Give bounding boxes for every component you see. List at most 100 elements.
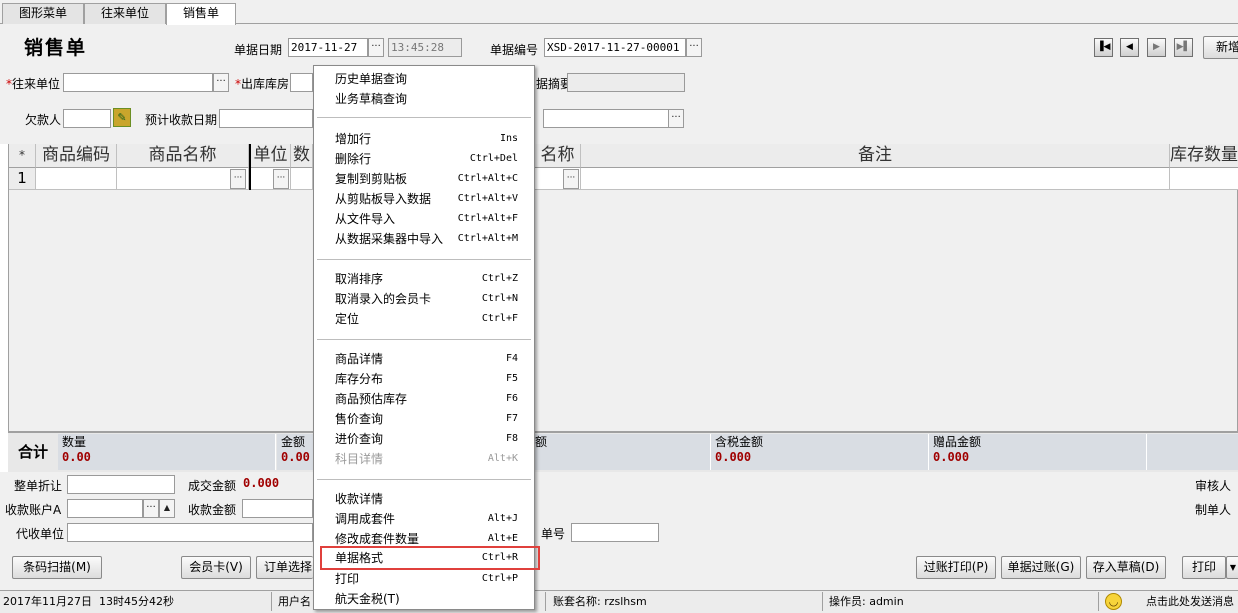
due-date-field[interactable] [219,109,313,128]
status-message-hint[interactable]: 点击此处发送消息 [1146,590,1234,613]
total-qty-value: 0.00 [62,450,91,464]
grid-header-remarks[interactable]: 备注 [581,144,1170,168]
menu-item-import-collector[interactable]: 从数据采集器中导入 Ctrl+Alt+M [314,229,534,249]
menu-item-golden-tax[interactable]: 航天金税(T) [314,589,534,609]
total-tax-label: 额 [535,435,548,449]
status-separator [271,592,272,611]
menu-item-receipt-detail[interactable]: 收款详情 [314,489,534,509]
right-picker-button[interactable]: ··· [668,109,684,128]
menu-item-history-query[interactable]: 历史单据查询 [314,69,534,89]
docno-picker-button[interactable]: ··· [686,38,702,57]
cell-code[interactable] [36,168,117,190]
summary-field[interactable] [567,73,685,92]
tab-graphic-menu[interactable]: 图形菜单 [2,3,84,24]
total-taxed-amount: 含税金额 0.000 [711,434,929,470]
receive-amount-field[interactable] [242,499,313,518]
cell-unit-picker[interactable]: ··· [273,169,289,189]
discount-label: 整单折让 [14,479,63,493]
status-user: 用户名 [278,595,311,608]
person-icon[interactable]: ✎ [113,108,131,127]
deal-amount-label: 成交金额 [188,479,237,493]
grid-header-code[interactable]: 商品编码 [36,144,117,168]
grid-header-itemname[interactable]: 名称 [535,144,581,168]
date-picker-button[interactable]: ··· [368,38,384,57]
debtor-field[interactable] [63,109,111,128]
last-icon[interactable]: ▶▌ [1174,38,1193,57]
menu-item-estimated-stock[interactable]: 商品预估库存 F6 [314,389,534,409]
cell-remarks[interactable] [581,168,1170,190]
post-button[interactable]: 单据过账(G) [1001,556,1081,579]
status-datetime: 2017年11月27日 13时45分42秒 [3,595,174,608]
menu-separator [317,479,531,480]
grid-header-unit[interactable]: 单位 [251,144,291,168]
menu-item-print[interactable]: 打印 Ctrl+P [314,569,534,589]
grid-header-qty[interactable]: 数 [291,144,313,168]
status-separator [1098,592,1099,611]
menu-item-add-row[interactable]: 增加行 Ins [314,129,534,149]
tab-partners[interactable]: 往来单位 [84,3,166,24]
menu-item-document-format[interactable]: 单据格式 Ctrl+R [320,546,540,570]
right-field[interactable] [543,109,669,128]
menu-item-import-clipboard[interactable]: 从剪贴板导入数据 Ctrl+Alt+V [314,189,534,209]
cell-stock[interactable] [1170,168,1238,190]
menu-separator [317,259,531,260]
warehouse-field[interactable] [290,73,313,92]
first-icon[interactable]: ▐◀ [1094,38,1113,57]
member-card-button[interactable]: 会员卡(V) [181,556,251,579]
menu-item-copy-clipboard[interactable]: 复制到剪贴板 Ctrl+Alt+C [314,169,534,189]
menu-item-edit-kit-qty[interactable]: 修改成套件数量 Alt+E [314,529,534,549]
menu-item-stock-distribution[interactable]: 库存分布 F5 [314,369,534,389]
doc-no-label: 单号 [541,527,566,541]
menu-item-locate[interactable]: 定位 Ctrl+F [314,309,534,329]
total-qty-label: 数量 [62,435,87,449]
date-field[interactable]: 2017-11-27 [288,38,368,57]
menu-item-delete-row[interactable]: 删除行 Ctrl+Del [314,149,534,169]
new-button[interactable]: 新增 [1203,36,1238,59]
menu-separator [317,339,531,340]
menu-item-sale-price-query[interactable]: 售价查询 F7 [314,409,534,429]
order-select-button[interactable]: 订单选择 [256,556,313,579]
row-number: 1 [9,168,36,190]
account-picker-button[interactable]: ··· [143,499,159,518]
smiley-icon[interactable]: ◡ [1105,593,1122,610]
receive-amount-label: 收款金额 [188,503,237,517]
save-draft-button[interactable]: 存入草稿(D) [1086,556,1166,579]
menu-item-subject-detail: 科目详情 Alt+K [335,452,518,466]
cell-qty[interactable] [291,168,313,190]
total-qty: 数量 0.00 [58,434,276,470]
maker-label: 制单人 [1195,503,1232,517]
grid-header-name[interactable]: 商品名称 [117,144,249,168]
prev-icon[interactable]: ◀ [1120,38,1139,57]
menu-item-cancel-sort[interactable]: 取消排序 Ctrl+Z [314,269,534,289]
print-dropdown-icon[interactable]: ▼ [1226,556,1238,579]
print-button[interactable]: 打印 [1182,556,1226,579]
grid-header-stock[interactable]: 库存数量 [1170,144,1238,168]
cell-itemname-picker[interactable]: ··· [563,169,579,189]
customer-picker-button[interactable]: ··· [213,73,229,92]
account-field[interactable] [67,499,143,518]
menu-item-cancel-member-card[interactable]: 取消录入的会员卡 Ctrl+N [314,289,534,309]
status-separator [822,592,823,611]
cell-name-picker[interactable]: ··· [230,169,246,189]
total-gift-amount-label: 赠品金额 [933,435,982,449]
menu-item-draft-query[interactable]: 业务草稿查询 [314,89,534,109]
menu-separator [317,117,531,118]
tab-sales-order[interactable]: 销售单 [166,3,236,25]
next-icon[interactable]: ▶ [1147,38,1166,57]
agent-field[interactable] [67,523,313,542]
deal-amount-value: 0.000 [243,476,280,490]
docno-field[interactable]: XSD-2017-11-27-00001 [544,38,686,57]
menu-item-purchase-price-query[interactable]: 进价查询 F8 [314,429,534,449]
customer-field[interactable] [63,73,213,92]
post-print-button[interactable]: 过账打印(P) [916,556,996,579]
discount-field[interactable] [67,475,175,494]
menu-item-use-kit[interactable]: 调用成套件 Alt+J [314,509,534,529]
menu-item-import-file[interactable]: 从文件导入 Ctrl+Alt+F [314,209,534,229]
doc-no-field[interactable] [571,523,659,542]
auditor-label: 审核人 [1195,479,1232,493]
barcode-scan-button[interactable]: 条码扫描(M) [12,556,102,579]
grid-header-marker: * [9,144,36,168]
account-up-icon[interactable]: ▲ [159,499,175,518]
menu-item-goods-detail[interactable]: 商品详情 F4 [314,349,534,369]
total-extra [1147,434,1238,470]
